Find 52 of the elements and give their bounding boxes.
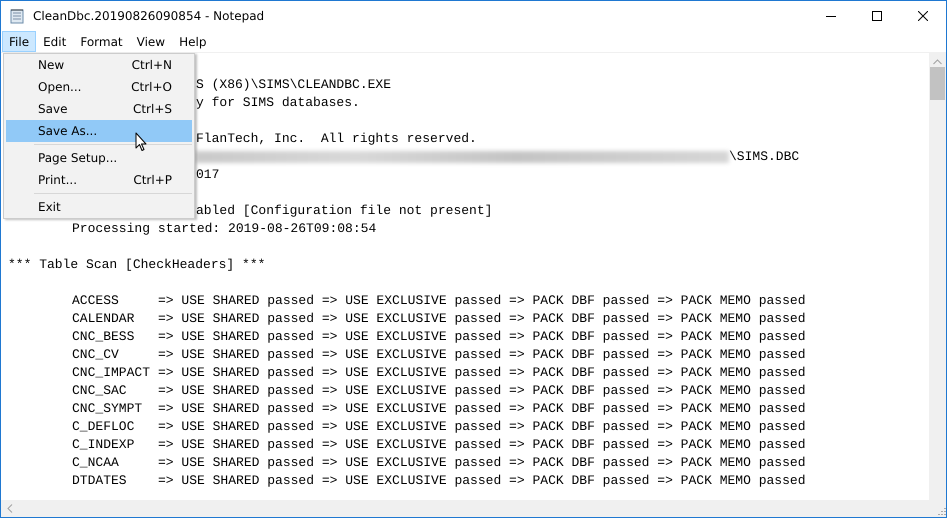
scan-result: => USE SHARED passed => USE EXCLUSIVE passed => PACK DBF passed => PACK MEMO passed xyxy=(158,310,806,328)
menu-item[interactable]: Exit xyxy=(6,196,192,218)
document-line: 017 xyxy=(196,166,220,184)
close-icon xyxy=(918,11,928,21)
menu-item[interactable]: Save Ctrl+S xyxy=(6,98,192,120)
scan-result: => USE SHARED passed => USE EXCLUSIVE passed => PACK DBF passed => PACK MEMO passed xyxy=(158,382,806,400)
menu-title[interactable]: Help xyxy=(172,31,214,52)
menu-item[interactable]: New Ctrl+N xyxy=(6,54,192,76)
document-line: *** Table Scan [CheckHeaders] *** xyxy=(8,256,266,274)
scan-result: => USE SHARED passed => USE EXCLUSIVE passed => PACK DBF passed => PACK MEMO passed xyxy=(158,418,806,436)
mouse-pointer-icon xyxy=(135,132,148,152)
table-name: ACCESS xyxy=(72,292,120,310)
menu-item[interactable]: Save As... xyxy=(6,120,192,142)
table-name: CALENDAR xyxy=(72,310,136,328)
menu-title[interactable]: Edit xyxy=(36,31,74,52)
scan-result: => USE SHARED passed => USE EXCLUSIVE passed => PACK DBF passed => PACK MEMO passed xyxy=(158,436,806,454)
notepad-icon xyxy=(9,8,25,24)
scrollbar-thumb[interactable] xyxy=(930,67,945,100)
menu-item[interactable]: Print... Ctrl+P xyxy=(6,169,192,191)
document-line: abled [Configuration file not present] xyxy=(196,202,492,220)
table-name: CNC_SYMPT xyxy=(72,400,144,418)
scroll-up-icon[interactable] xyxy=(933,59,942,65)
menu-title[interactable]: Format xyxy=(73,31,130,52)
document-line: S (X86)\SIMS\CLEANDBC.EXE xyxy=(196,76,392,94)
window-title: CleanDbc.20190826090854 - Notepad xyxy=(33,9,266,23)
table-name: CNC_SAC xyxy=(72,382,128,400)
document-line: \SIMS.DBC xyxy=(729,148,800,166)
vertical-scrollbar[interactable] xyxy=(929,53,946,500)
scan-result: => USE SHARED passed => USE EXCLUSIVE passed => PACK DBF passed => PACK MEMO passed xyxy=(158,454,806,472)
scan-result: => USE SHARED passed => USE EXCLUSIVE passed => PACK DBF passed => PACK MEMO passed xyxy=(158,292,806,310)
menu-title[interactable]: View xyxy=(130,31,172,52)
scan-result: => USE SHARED passed => USE EXCLUSIVE passed => PACK DBF passed => PACK MEMO passed xyxy=(158,346,806,364)
scroll-left-icon[interactable] xyxy=(7,504,13,513)
menu-item[interactable]: Page Setup... xyxy=(6,147,192,169)
table-name: CNC_BESS xyxy=(72,328,136,346)
menu-title[interactable]: File xyxy=(2,31,36,52)
maximize-icon xyxy=(872,11,882,21)
scan-result: => USE SHARED passed => USE EXCLUSIVE passed => PACK DBF passed => PACK MEMO passed xyxy=(158,472,806,490)
document-line: y for SIMS databases. xyxy=(196,94,360,112)
table-name: C_INDEXP xyxy=(72,436,136,454)
document-line: FlanTech, Inc. All rights reserved. xyxy=(196,130,477,148)
horizontal-scrollbar[interactable] xyxy=(1,500,929,517)
table-name: DTDATES xyxy=(72,472,128,490)
table-name: CNC_IMPACT xyxy=(72,364,152,382)
table-name: C_DEFLOC xyxy=(72,418,136,436)
scan-result: => USE SHARED passed => USE EXCLUSIVE passed => PACK DBF passed => PACK MEMO passed xyxy=(158,364,806,382)
scan-result: => USE SHARED passed => USE EXCLUSIVE passed => PACK DBF passed => PACK MEMO passed xyxy=(158,328,806,346)
table-name: CNC_CV xyxy=(72,346,120,364)
scan-result: => USE SHARED passed => USE EXCLUSIVE passed => PACK DBF passed => PACK MEMO passed xyxy=(158,400,806,418)
menu-item[interactable]: Open... Ctrl+O xyxy=(6,76,192,98)
document-line: Processing started: 2019-08-26T09:08:54 xyxy=(72,220,376,238)
table-name: C_NCAA xyxy=(72,454,120,472)
